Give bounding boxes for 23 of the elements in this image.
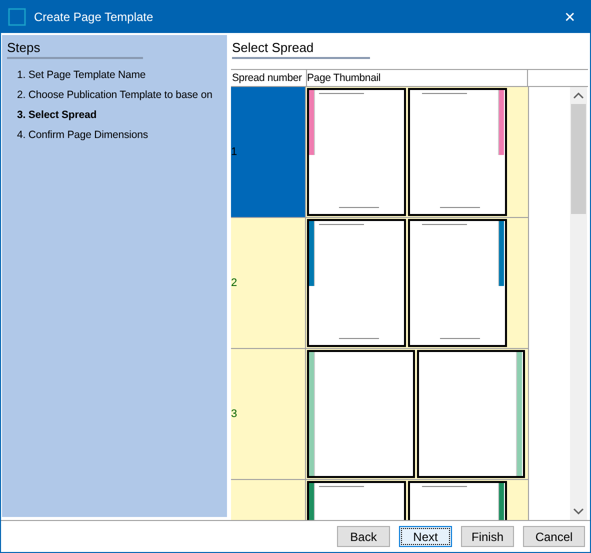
dialog-button[interactable]: Next [399, 526, 452, 547]
panel-heading: Steps [7, 40, 143, 59]
close-button[interactable]: ✕ [550, 1, 590, 33]
scroll-thumb[interactable] [571, 104, 586, 214]
thumbnail-cell[interactable] [306, 349, 528, 479]
column-header: Page Thumbnail [307, 70, 528, 86]
column-header: Spread number [231, 70, 307, 86]
thumbnail-cell[interactable] [306, 218, 528, 348]
step-item: 3. Select Spread [17, 108, 98, 123]
spread-number-cell[interactable]: 2 [231, 218, 306, 348]
spread-number-cell[interactable]: 3 [231, 349, 306, 479]
app-icon [8, 8, 26, 26]
step-item: 1. Set Page Template Name [17, 68, 147, 83]
section-heading: Select Spread [232, 40, 370, 59]
dialog-button[interactable]: Finish [461, 526, 514, 547]
window-title: Create Page Template [34, 10, 154, 24]
dialog-button[interactable]: Back [337, 526, 390, 547]
step-item: 4. Confirm Page Dimensions [17, 128, 150, 143]
dialog-button[interactable]: Cancel [523, 526, 585, 547]
step-item: 2. Choose Publication Template to base on [17, 88, 214, 103]
thumbnail-cell[interactable] [306, 87, 528, 217]
scrollbar[interactable] [570, 87, 587, 520]
spread-number-cell[interactable]: 1 [231, 87, 306, 217]
